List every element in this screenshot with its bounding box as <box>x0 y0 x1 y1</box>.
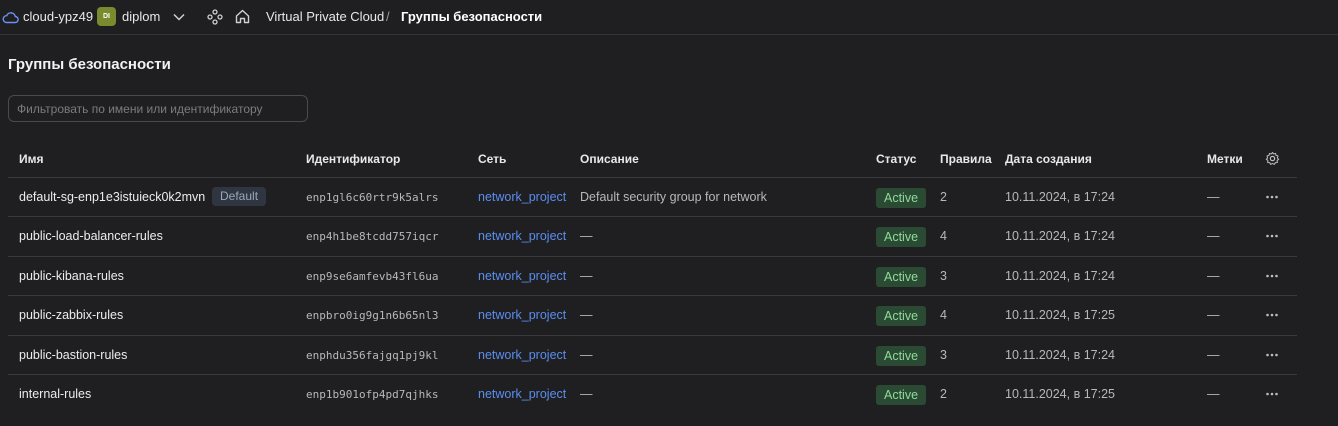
table-row[interactable]: public-load-balancer-rules enp4h1be8tcdd… <box>8 217 1297 257</box>
row-description: — <box>580 308 593 323</box>
more-horizontal-icon[interactable] <box>1265 190 1279 204</box>
table-header: Имя Идентификатор Сеть Описание Статус П… <box>8 139 1297 178</box>
folder-label[interactable]: diplom <box>122 9 160 24</box>
more-horizontal-icon[interactable] <box>1265 308 1279 322</box>
row-description: — <box>580 268 593 283</box>
status-badge: Active <box>876 306 927 327</box>
default-badge: Default <box>212 187 267 206</box>
column-header-created[interactable]: Дата создания <box>1005 152 1092 166</box>
row-created: 10.11.2024, в 17:24 <box>1005 268 1115 283</box>
column-header-labels[interactable]: Метки <box>1207 152 1243 166</box>
row-created: 10.11.2024, в 17:24 <box>1005 229 1115 244</box>
row-description: — <box>580 229 593 244</box>
chevron-down-icon[interactable] <box>172 11 186 23</box>
top-bar: cloud-ypz49 DI diplom Virtual Private Cl… <box>0 0 1338 35</box>
row-labels: — <box>1207 268 1220 283</box>
status-badge: Active <box>876 345 927 366</box>
row-rules-count: 4 <box>940 229 947 244</box>
gear-icon[interactable] <box>1265 151 1280 166</box>
column-header-network[interactable]: Сеть <box>478 152 506 166</box>
row-name[interactable]: public-zabbix-rules <box>19 308 123 322</box>
cloud-selector[interactable]: cloud-ypz49 <box>2 9 93 24</box>
home-icon[interactable] <box>234 8 251 25</box>
more-horizontal-icon[interactable] <box>1265 269 1279 283</box>
status-badge: Active <box>876 227 927 248</box>
row-network-link[interactable]: network_project <box>478 348 566 362</box>
row-rules-count: 3 <box>940 268 947 283</box>
row-created: 10.11.2024, в 17:24 <box>1005 347 1115 362</box>
row-name[interactable]: default-sg-enp1e3istuieck0k2mvn <box>19 190 205 204</box>
row-id: enp1b901ofp4pd7qjhks <box>306 387 439 401</box>
more-horizontal-icon[interactable] <box>1265 387 1279 401</box>
row-network-link[interactable]: network_project <box>478 308 566 322</box>
row-labels: — <box>1207 308 1220 323</box>
column-header-rules[interactable]: Правила <box>940 152 992 166</box>
row-labels: — <box>1207 386 1220 401</box>
row-created: 10.11.2024, в 17:24 <box>1005 190 1115 204</box>
table-row[interactable]: default-sg-enp1e3istuieck0k2mvn Default … <box>8 178 1297 218</box>
row-id: enpbro0ig9g1n6b65nl3 <box>306 309 439 323</box>
status-badge: Active <box>876 188 927 208</box>
table-row[interactable]: internal-rules enp1b901ofp4pd7qjhks netw… <box>8 375 1297 414</box>
row-labels: — <box>1207 190 1220 204</box>
more-horizontal-icon[interactable] <box>1265 229 1279 243</box>
row-network-link[interactable]: network_project <box>478 190 566 204</box>
table-row[interactable]: public-zabbix-rules enpbro0ig9g1n6b65nl3… <box>8 296 1297 336</box>
row-created: 10.11.2024, в 17:25 <box>1005 386 1115 401</box>
row-description: Default security group for network <box>580 190 767 204</box>
breadcrumb-separator: / <box>386 9 390 24</box>
cloud-icon <box>2 11 19 23</box>
folder-avatar[interactable]: DI <box>97 7 116 26</box>
row-id: enp9se6amfevb43fl6ua <box>306 269 439 283</box>
row-network-link[interactable]: network_project <box>478 229 566 243</box>
row-rules-count: 4 <box>940 308 947 323</box>
column-header-description[interactable]: Описание <box>580 152 639 166</box>
row-labels: — <box>1207 347 1220 362</box>
table-row[interactable]: public-bastion-rules enphdu356fajgq1pj9k… <box>8 336 1297 375</box>
column-header-name[interactable]: Имя <box>19 152 44 166</box>
row-description: — <box>580 386 593 401</box>
row-rules-count: 3 <box>940 347 947 362</box>
row-created: 10.11.2024, в 17:25 <box>1005 308 1115 323</box>
cloud-label: cloud-ypz49 <box>23 9 94 24</box>
status-badge: Active <box>876 266 927 287</box>
row-network-link[interactable]: network_project <box>478 387 566 401</box>
row-id: enp1gl6c60rtr9k5alrs <box>306 191 439 204</box>
row-id: enphdu356fajgq1pj9kl <box>306 348 439 362</box>
row-network-link[interactable]: network_project <box>478 269 566 283</box>
security-groups-table: Имя Идентификатор Сеть Описание Статус П… <box>8 139 1297 414</box>
row-description: — <box>580 347 593 362</box>
page-title: Группы безопасности <box>8 56 171 73</box>
filter-input[interactable] <box>8 95 308 122</box>
row-labels: — <box>1207 229 1220 244</box>
column-header-status[interactable]: Статус <box>876 152 916 166</box>
services-icon[interactable] <box>207 9 223 25</box>
row-name[interactable]: public-kibana-rules <box>19 269 124 283</box>
row-name[interactable]: public-bastion-rules <box>19 348 127 362</box>
status-badge: Active <box>876 384 927 405</box>
more-horizontal-icon[interactable] <box>1265 348 1279 362</box>
row-name[interactable]: public-load-balancer-rules <box>19 229 163 243</box>
row-name[interactable]: internal-rules <box>19 387 91 401</box>
row-id: enp4h1be8tcdd757iqcr <box>306 230 439 244</box>
table-row[interactable]: public-kibana-rules enp9se6amfevb43fl6ua… <box>8 257 1297 297</box>
column-header-id[interactable]: Идентификатор <box>306 152 400 166</box>
breadcrumb-current: Группы безопасности <box>401 9 543 24</box>
row-rules-count: 2 <box>940 190 947 204</box>
breadcrumb-service[interactable]: Virtual Private Cloud <box>266 9 384 24</box>
row-rules-count: 2 <box>940 386 947 401</box>
